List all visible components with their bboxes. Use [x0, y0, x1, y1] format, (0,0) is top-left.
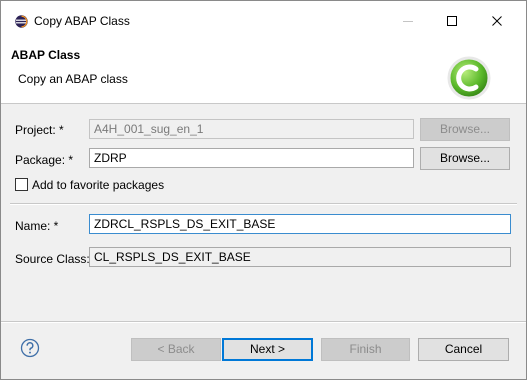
add-favorite-label[interactable]: Add to favorite packages	[32, 178, 164, 192]
help-icon[interactable]	[20, 338, 40, 358]
copy-abap-class-dialog: Copy ABAP Class ABAP Class Copy an ABAP …	[0, 0, 527, 380]
separator	[10, 203, 517, 205]
eclipse-icon	[15, 15, 28, 28]
maximize-button[interactable]	[437, 9, 467, 33]
package-browse-button[interactable]: Browse...	[420, 147, 510, 170]
project-browse-button: Browse...	[420, 118, 510, 141]
abap-class-wizard-icon	[445, 54, 493, 102]
project-field: A4H_001_sug_en_1	[89, 119, 414, 139]
close-button[interactable]	[482, 9, 512, 33]
package-label: Package: *	[15, 153, 74, 167]
project-label: Project: *	[15, 123, 64, 137]
name-label: Name: *	[15, 219, 59, 233]
add-favorite-checkbox[interactable]	[15, 178, 28, 191]
name-field[interactable]: ZDRCL_RSPLS_DS_EXIT_BASE	[89, 214, 511, 234]
cancel-button[interactable]: Cancel	[418, 338, 509, 361]
wizard-subtitle: Copy an ABAP class	[18, 72, 128, 86]
window-title: Copy ABAP Class	[34, 14, 130, 28]
close-icon	[492, 16, 502, 26]
next-button[interactable]: Next >	[222, 338, 313, 361]
source-class-label: Source Class:	[15, 252, 90, 266]
source-class-field: CL_RSPLS_DS_EXIT_BASE	[89, 247, 511, 267]
title-bar: Copy ABAP Class	[1, 1, 526, 39]
wizard-title: ABAP Class	[11, 48, 81, 62]
minimize-button[interactable]	[393, 9, 423, 33]
footer-separator	[1, 321, 526, 323]
package-field[interactable]: ZDRP	[89, 148, 414, 168]
wizard-header: ABAP Class Copy an ABAP class	[1, 39, 526, 104]
back-button: < Back	[131, 338, 221, 361]
finish-button: Finish	[321, 338, 410, 361]
